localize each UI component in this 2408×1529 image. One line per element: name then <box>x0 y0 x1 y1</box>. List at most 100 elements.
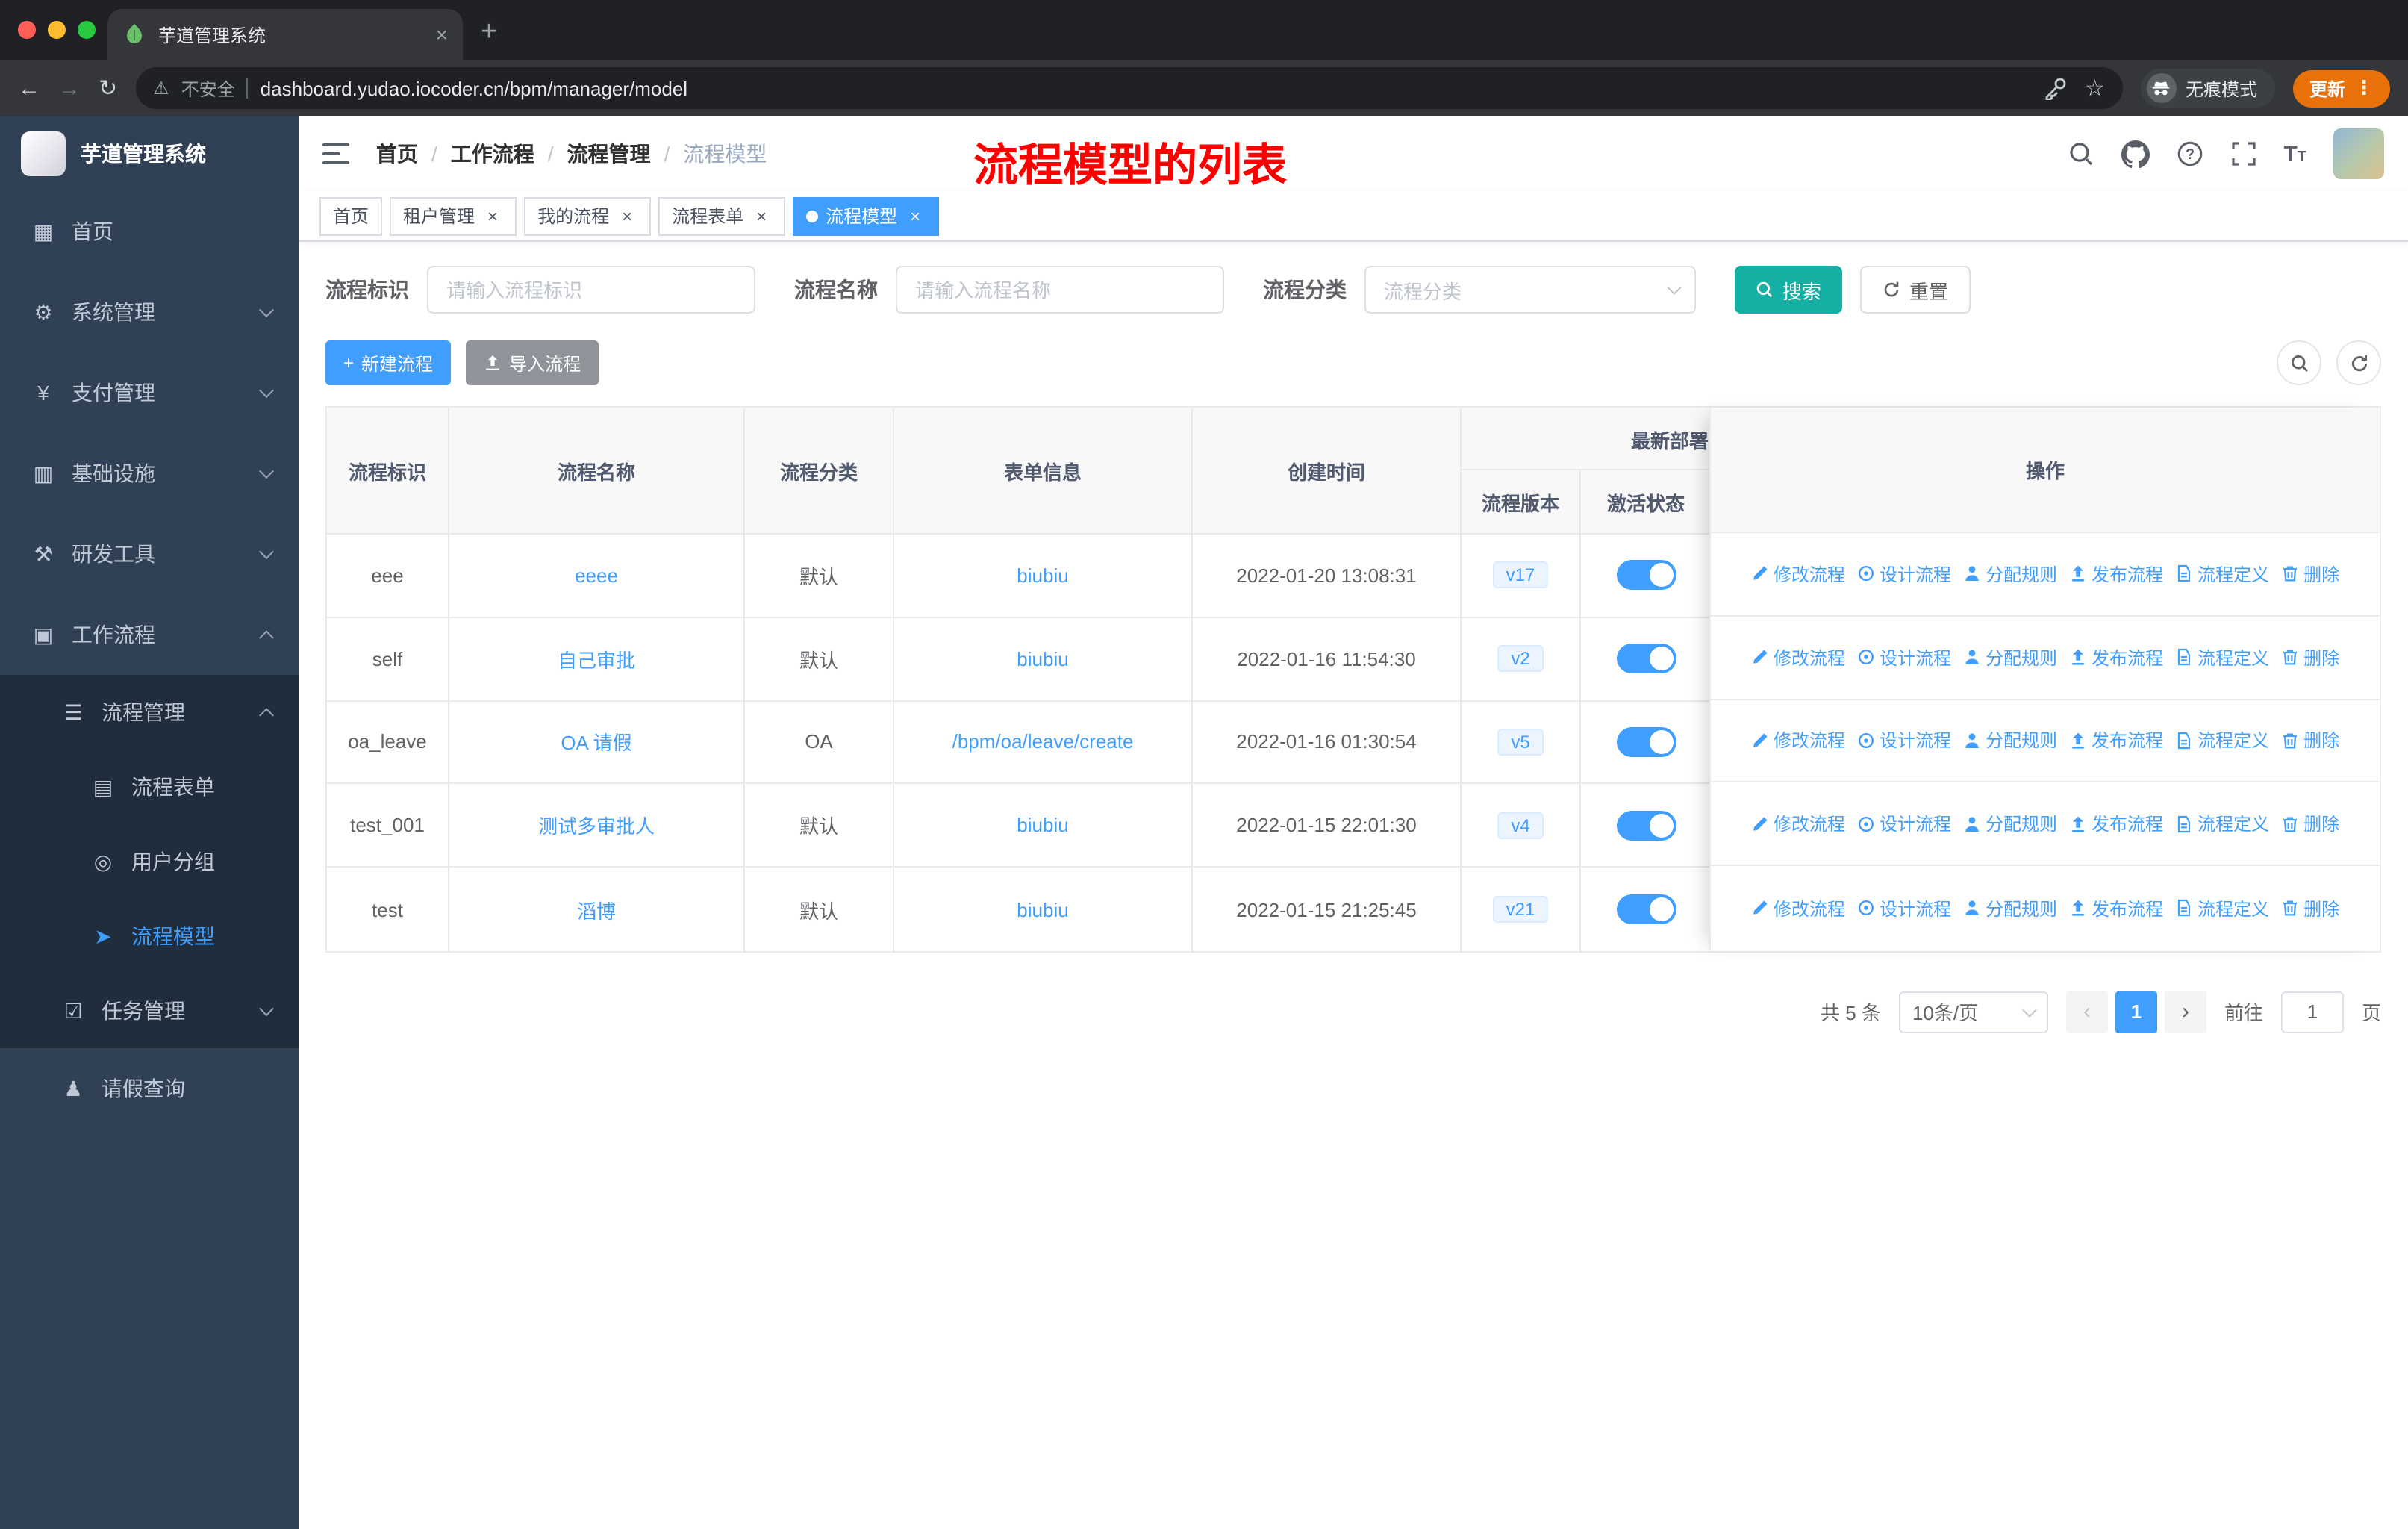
action-definition-link[interactable]: 流程定义 <box>2175 561 2269 587</box>
action-design-link[interactable]: 设计流程 <box>1857 812 1951 837</box>
search-icon[interactable] <box>2067 140 2094 167</box>
tag-close-icon[interactable]: × <box>482 205 503 226</box>
action-assign-link[interactable]: 分配规则 <box>1963 728 2057 753</box>
active-toggle[interactable] <box>1616 894 1676 925</box>
toggle-search-button[interactable] <box>2277 340 2321 385</box>
help-icon[interactable]: ? <box>2176 140 2203 167</box>
action-assign-link[interactable]: 分配规则 <box>1963 895 2057 921</box>
active-toggle[interactable] <box>1616 810 1676 841</box>
goto-page-input[interactable] <box>2280 991 2344 1033</box>
action-publish-link[interactable]: 发布流程 <box>2069 812 2163 837</box>
action-assign-link[interactable]: 分配规则 <box>1963 644 2057 670</box>
close-window-button[interactable] <box>18 21 36 39</box>
process-id-input[interactable] <box>427 266 755 314</box>
sidebar-item-task-manage[interactable]: ☑ 任务管理 <box>0 974 299 1048</box>
view-tag[interactable]: 流程模型 × <box>793 196 940 235</box>
action-delete-link[interactable]: 删除 <box>2281 812 2339 837</box>
action-publish-link[interactable]: 发布流程 <box>2069 895 2163 921</box>
refresh-table-button[interactable] <box>2336 340 2381 385</box>
view-tag[interactable]: 首页 <box>319 196 383 235</box>
sidebar-item-system[interactable]: ⚙ 系统管理 <box>0 272 299 352</box>
process-name-input[interactable] <box>896 266 1224 314</box>
minimize-window-button[interactable] <box>48 21 66 39</box>
breadcrumb-item[interactable]: 流程管理 <box>567 139 651 169</box>
page-size-select[interactable]: 10条/页 <box>1898 991 2048 1033</box>
breadcrumb-item[interactable]: 首页 <box>376 139 418 169</box>
form-info-link[interactable]: biubiu <box>1017 647 1068 670</box>
menu-dots-icon[interactable]: ⋮ <box>2354 76 2374 100</box>
tag-close-icon[interactable]: × <box>751 205 772 226</box>
page-number-1[interactable]: 1 <box>2115 991 2157 1033</box>
action-publish-link[interactable]: 发布流程 <box>2069 561 2163 587</box>
action-delete-link[interactable]: 删除 <box>2281 644 2339 670</box>
reset-button[interactable]: 重置 <box>1860 266 1971 314</box>
hamburger-icon[interactable] <box>322 142 349 166</box>
new-tab-button[interactable]: + <box>481 16 497 49</box>
next-page-button[interactable]: › <box>2164 991 2206 1033</box>
sidebar-item-process-model[interactable]: ➤ 流程模型 <box>0 899 299 974</box>
password-key-icon[interactable] <box>2043 76 2067 100</box>
browser-tab[interactable]: 芋道管理系统 × <box>107 9 463 60</box>
sidebar-item-infrastructure[interactable]: ▥ 基础设施 <box>0 433 299 514</box>
action-edit-link[interactable]: 修改流程 <box>1751 561 1845 587</box>
address-bar[interactable]: ⚠ 不安全 dashboard.yudao.iocoder.cn/bpm/man… <box>135 67 2123 109</box>
action-design-link[interactable]: 设计流程 <box>1857 561 1951 587</box>
action-definition-link[interactable]: 流程定义 <box>2175 895 2269 921</box>
back-button[interactable]: ← <box>18 75 40 101</box>
import-process-button[interactable]: 导入流程 <box>466 340 599 385</box>
action-definition-link[interactable]: 流程定义 <box>2175 644 2269 670</box>
breadcrumb-item[interactable]: 工作流程 <box>451 139 534 169</box>
sidebar-item-process-manage[interactable]: ☰ 流程管理 <box>0 675 299 750</box>
sidebar-item-payment[interactable]: ¥ 支付管理 <box>0 352 299 433</box>
reload-button[interactable]: ↻ <box>99 75 117 102</box>
form-info-link[interactable]: biubiu <box>1017 564 1068 587</box>
form-info-link[interactable]: biubiu <box>1017 898 1068 921</box>
view-tag[interactable]: 我的流程 × <box>524 196 652 235</box>
maximize-window-button[interactable] <box>78 21 96 39</box>
sidebar-item-devtools[interactable]: ⚒ 研发工具 <box>0 514 299 594</box>
action-assign-link[interactable]: 分配规则 <box>1963 561 2057 587</box>
tag-close-icon[interactable]: × <box>905 205 926 226</box>
action-delete-link[interactable]: 删除 <box>2281 561 2339 587</box>
update-button[interactable]: 更新 ⋮ <box>2292 69 2390 107</box>
process-name-link[interactable]: 滔博 <box>577 895 616 924</box>
sidebar-item-home[interactable]: ▦ 首页 <box>0 191 299 272</box>
active-toggle[interactable] <box>1616 726 1676 757</box>
user-avatar[interactable] <box>2333 128 2384 179</box>
active-toggle[interactable] <box>1616 560 1676 591</box>
action-publish-link[interactable]: 发布流程 <box>2069 644 2163 670</box>
action-assign-link[interactable]: 分配规则 <box>1963 812 2057 837</box>
action-design-link[interactable]: 设计流程 <box>1857 644 1951 670</box>
fullscreen-icon[interactable] <box>2230 140 2256 167</box>
form-info-link[interactable]: biubiu <box>1017 815 1068 837</box>
sidebar-item-process-form[interactable]: ▤ 流程表单 <box>0 750 299 824</box>
create-process-button[interactable]: + 新建流程 <box>325 340 452 385</box>
process-name-link[interactable]: eeee <box>575 564 618 587</box>
bookmark-star-icon[interactable]: ☆ <box>2085 75 2105 102</box>
tab-close-icon[interactable]: × <box>436 22 448 46</box>
process-name-link[interactable]: 测试多审批人 <box>538 812 655 840</box>
process-name-link[interactable]: OA 请假 <box>561 728 631 756</box>
action-delete-link[interactable]: 删除 <box>2281 728 2339 753</box>
tag-close-icon[interactable]: × <box>617 205 637 226</box>
sidebar-item-user-group[interactable]: ◎ 用户分组 <box>0 824 299 899</box>
sidebar-item-leave-query[interactable]: ♟ 请假查询 <box>0 1048 299 1129</box>
process-name-link[interactable]: 自己审批 <box>558 644 635 673</box>
view-tag[interactable]: 流程表单 × <box>658 196 786 235</box>
category-select[interactable]: 流程分类 <box>1364 266 1696 314</box>
sidebar-item-workflow[interactable]: ▣ 工作流程 <box>0 594 299 675</box>
action-design-link[interactable]: 设计流程 <box>1857 728 1951 753</box>
forward-button[interactable]: → <box>58 75 81 101</box>
action-edit-link[interactable]: 修改流程 <box>1751 812 1845 837</box>
form-info-link[interactable]: /bpm/oa/leave/create <box>952 731 1134 753</box>
github-icon[interactable] <box>2121 140 2150 168</box>
action-edit-link[interactable]: 修改流程 <box>1751 728 1845 753</box>
view-tag[interactable]: 租户管理 × <box>390 196 517 235</box>
action-delete-link[interactable]: 删除 <box>2281 895 2339 921</box>
prev-page-button[interactable]: ‹ <box>2065 991 2108 1033</box>
action-edit-link[interactable]: 修改流程 <box>1751 644 1845 670</box>
active-toggle[interactable] <box>1616 644 1676 674</box>
action-edit-link[interactable]: 修改流程 <box>1751 895 1845 921</box>
action-publish-link[interactable]: 发布流程 <box>2069 728 2163 753</box>
search-button[interactable]: 搜索 <box>1735 266 1843 314</box>
